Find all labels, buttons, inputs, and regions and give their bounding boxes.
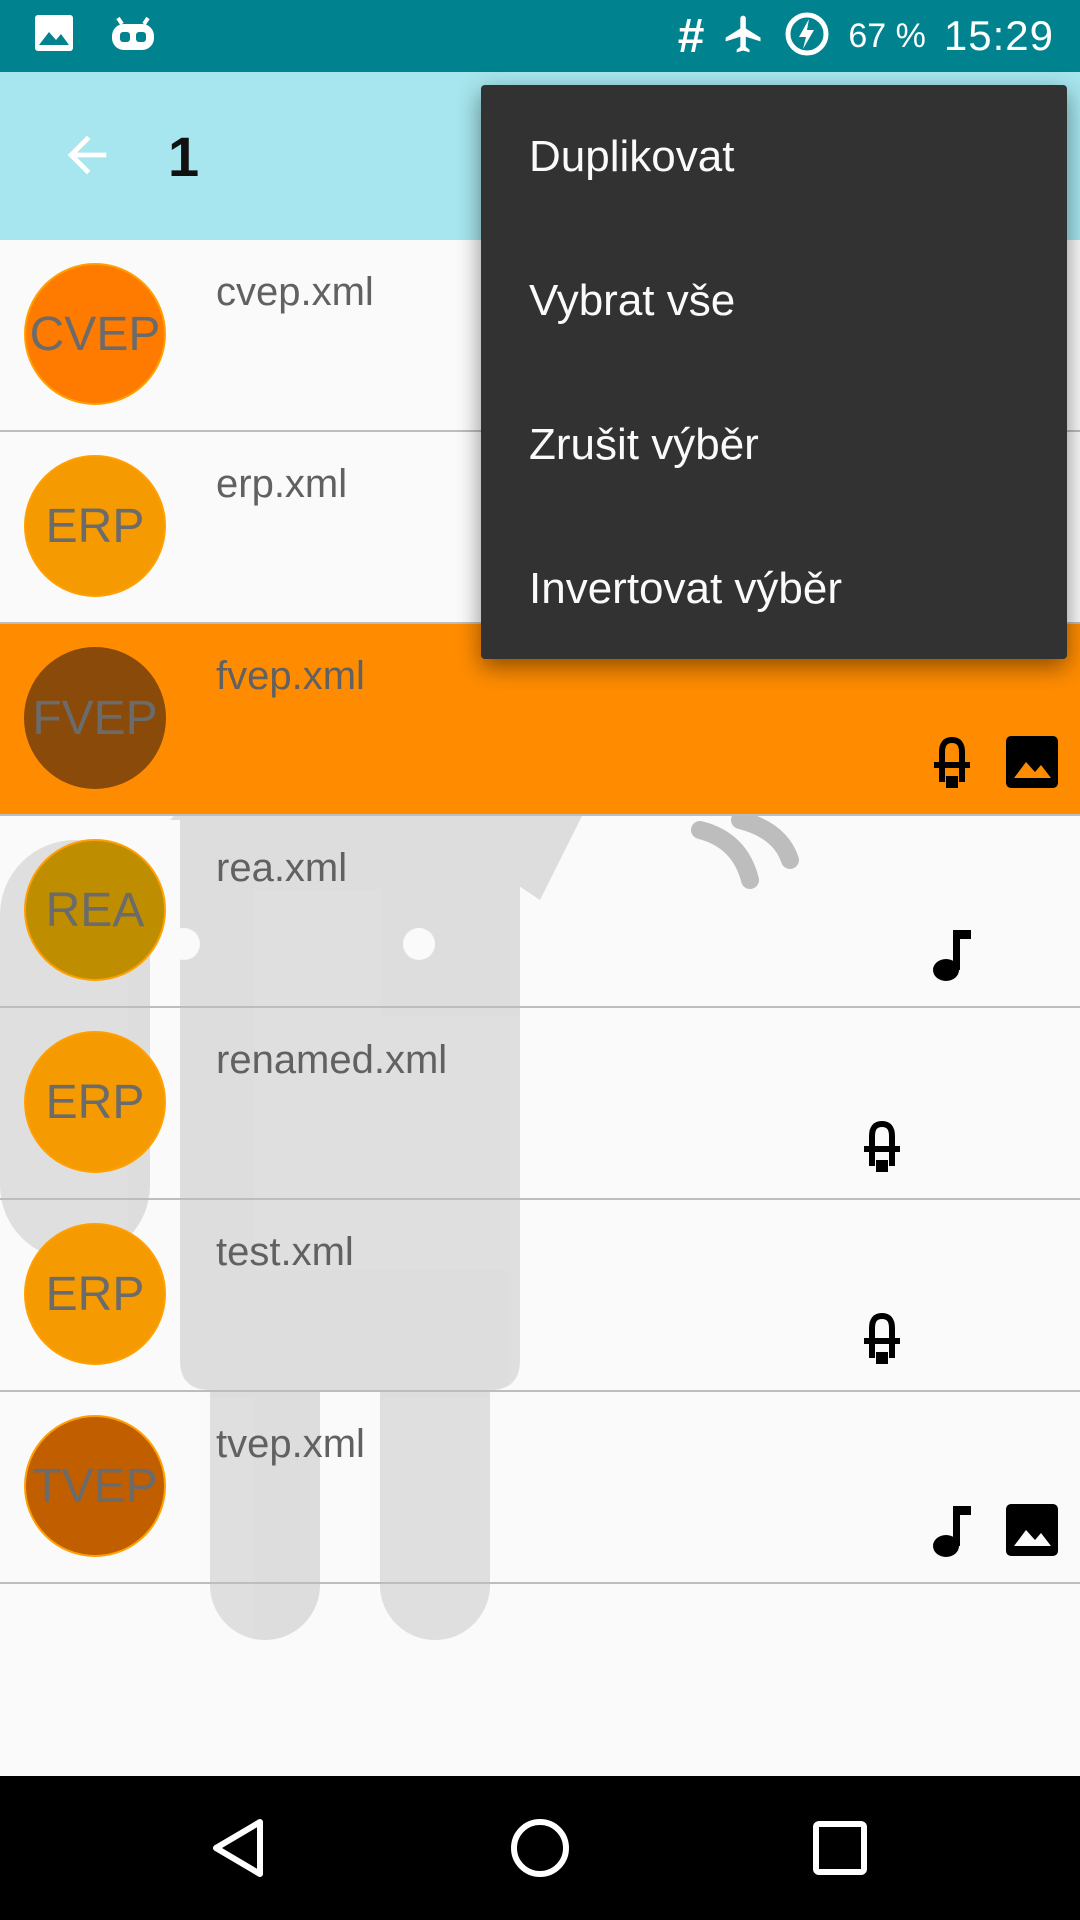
avatar: ERP bbox=[24, 455, 166, 597]
plug-icon bbox=[854, 1310, 910, 1366]
robot-icon bbox=[110, 14, 156, 57]
plug-icon bbox=[854, 1118, 910, 1174]
nav-back-button[interactable] bbox=[204, 1812, 276, 1884]
avatar-label: ERP bbox=[45, 1075, 145, 1129]
row-icons bbox=[924, 1500, 1060, 1560]
nav-recents-button[interactable] bbox=[804, 1812, 876, 1884]
list-item[interactable]: ERP test.xml bbox=[0, 1200, 1080, 1392]
menu-item-clear-selection[interactable]: Zrušit výběr bbox=[481, 373, 1067, 517]
square-recents-icon bbox=[813, 1821, 867, 1875]
list-item[interactable]: ERP renamed.xml bbox=[0, 1008, 1080, 1200]
avatar: REA bbox=[24, 839, 166, 981]
avatar: ERP bbox=[24, 1223, 166, 1365]
row-icons bbox=[854, 1116, 910, 1176]
row-icons bbox=[854, 1308, 910, 1368]
file-name: erp.xml bbox=[216, 462, 348, 506]
menu-item-invert-selection[interactable]: Invertovat výběr bbox=[481, 517, 1067, 661]
row-icons bbox=[924, 924, 980, 984]
hash-icon: # bbox=[677, 9, 705, 63]
nav-home-button[interactable] bbox=[504, 1812, 576, 1884]
image-icon bbox=[34, 14, 74, 57]
list-item[interactable]: TVEP tvep.xml bbox=[0, 1392, 1080, 1584]
battery-charging-icon bbox=[784, 11, 830, 62]
file-name: cvep.xml bbox=[216, 270, 374, 314]
file-name: rea.xml bbox=[216, 846, 348, 890]
file-name: fvep.xml bbox=[216, 654, 365, 698]
row-icons bbox=[924, 732, 1060, 792]
menu-item-duplicate[interactable]: Duplikovat bbox=[481, 85, 1067, 229]
avatar: FVEP bbox=[24, 647, 166, 789]
music-note-icon bbox=[924, 926, 980, 982]
status-bar: # 67 % 15:29 bbox=[0, 0, 1080, 72]
circle-home-icon bbox=[511, 1819, 569, 1877]
avatar-label: ERP bbox=[45, 1267, 145, 1321]
battery-percent: 67 % bbox=[848, 16, 926, 55]
avatar-label: FVEP bbox=[32, 691, 158, 745]
image-icon bbox=[1004, 1502, 1060, 1558]
menu-item-select-all[interactable]: Vybrat vše bbox=[481, 229, 1067, 373]
image-icon bbox=[1004, 734, 1060, 790]
airplane-icon bbox=[722, 12, 766, 61]
back-button[interactable] bbox=[58, 126, 116, 184]
plug-icon bbox=[924, 734, 980, 790]
selection-count: 1 bbox=[168, 125, 200, 188]
navigation-bar bbox=[0, 1776, 1080, 1920]
list-item[interactable]: REA rea.xml bbox=[0, 816, 1080, 1008]
file-name: test.xml bbox=[216, 1230, 354, 1274]
avatar: CVEP bbox=[24, 263, 166, 405]
avatar-label: REA bbox=[45, 883, 145, 937]
avatar: TVEP bbox=[24, 1415, 166, 1557]
overflow-menu: Duplikovat Vybrat vše Zrušit výběr Inver… bbox=[481, 85, 1067, 659]
avatar-label: CVEP bbox=[29, 307, 161, 361]
clock: 15:29 bbox=[943, 12, 1054, 59]
avatar-label: ERP bbox=[45, 499, 145, 553]
avatar: ERP bbox=[24, 1031, 166, 1173]
music-note-icon bbox=[924, 1502, 980, 1558]
arrow-back-icon bbox=[67, 135, 107, 175]
triangle-back-icon bbox=[213, 1819, 263, 1877]
file-name: tvep.xml bbox=[216, 1422, 365, 1466]
avatar-label: TVEP bbox=[32, 1459, 158, 1513]
file-name: renamed.xml bbox=[216, 1038, 448, 1082]
